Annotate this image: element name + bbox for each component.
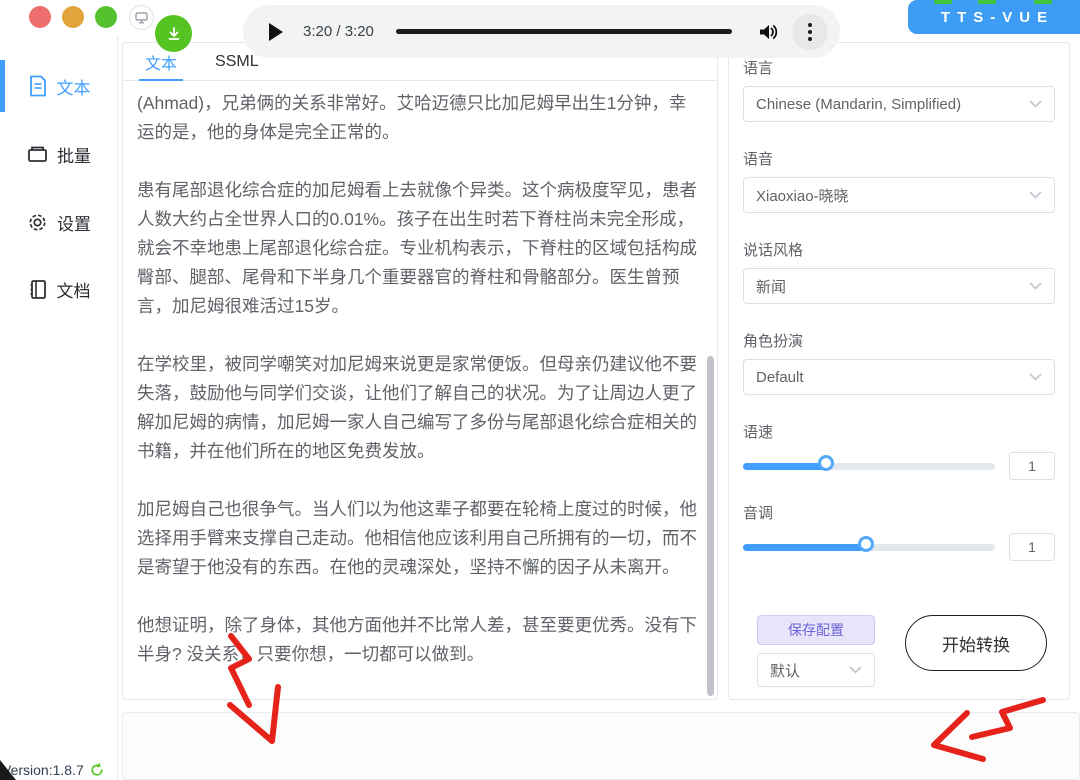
pitch-slider[interactable]: [743, 544, 995, 551]
editor-panel: 文本 SSML (Ahmad)，兄弟俩的关系非常好。艾哈迈德只比加尼姆早出生1分…: [122, 42, 718, 700]
seek-bar-fill: [396, 29, 732, 34]
voice-select[interactable]: Xiaoxiao-晓晓: [743, 177, 1055, 213]
preset-value: 默认: [770, 660, 800, 681]
app-logo: TTS-VUE: [908, 0, 1080, 34]
tts-vue-app: TTS-VUE 文本 批量 设置 文档 Version:1.8.7 文本: [0, 0, 1080, 780]
chevron-down-icon: [1029, 100, 1042, 108]
document-icon: [28, 75, 48, 97]
paragraph: 患有尾部退化综合症的加尼姆看上去就像个异类。这个病极度罕见，患者人数大约占全世界…: [137, 176, 701, 321]
speed-slider-handle[interactable]: [818, 455, 834, 471]
sidebar-item-label: 设置: [57, 210, 91, 235]
logo-decoration: [978, 0, 996, 4]
pitch-value-input[interactable]: [1009, 533, 1055, 561]
kebab-menu-icon[interactable]: [792, 14, 828, 50]
logo-decoration: [1034, 0, 1052, 4]
logo-decoration: [934, 0, 952, 4]
scrollbar-thumb[interactable]: [707, 356, 714, 696]
speed-slider-fill: [743, 463, 829, 470]
settings-panel: 语言 Chinese (Mandarin, Simplified) 语音 Xia…: [728, 42, 1070, 700]
start-convert-button[interactable]: 开始转换: [905, 615, 1047, 671]
download-button[interactable]: [155, 15, 192, 52]
paragraph: 他想证明，除了身体，其他方面他并不比常人差，甚至要更优秀。没有下半身? 没关系，…: [137, 611, 701, 669]
sidebar: 文本 批量 设置 文档 Version:1.8.7: [0, 36, 118, 780]
monitor-icon[interactable]: [129, 5, 154, 30]
notebook-icon: [28, 279, 48, 300]
sidebar-item-label: 文档: [57, 277, 91, 302]
maximize-window-button[interactable]: [95, 6, 117, 28]
sidebar-item-label: 批量: [57, 142, 91, 167]
version-info: Version:1.8.7: [2, 762, 104, 778]
paragraph: 加尼姆自己也很争气。当人们以为他这辈子都要在轮椅上度过的时候，他选择用手臂来支撑…: [137, 495, 701, 582]
close-window-button[interactable]: [29, 6, 51, 28]
sidebar-item-batch[interactable]: 批量: [0, 134, 118, 174]
minimize-window-button[interactable]: [62, 6, 84, 28]
paragraph: (Ahmad)，兄弟俩的关系非常好。艾哈迈德只比加尼姆早出生1分钟，幸运的是，他…: [137, 89, 701, 147]
style-select[interactable]: 新闻: [743, 268, 1055, 304]
sidebar-item-text[interactable]: 文本: [0, 66, 118, 106]
chevron-down-icon: [1029, 373, 1042, 381]
cropped-annotation-mark: [0, 760, 16, 780]
style-value: 新闻: [756, 276, 786, 297]
voice-value: Xiaoxiao-晓晓: [756, 185, 849, 206]
speed-value-input[interactable]: [1009, 452, 1055, 480]
preset-select[interactable]: 默认: [757, 653, 875, 687]
batch-box-icon: [27, 144, 48, 164]
voice-label: 语音: [743, 148, 1055, 169]
app-logo-text: TTS-VUE: [934, 9, 1054, 26]
role-label: 角色扮演: [743, 330, 1055, 351]
sidebar-item-settings[interactable]: 设置: [0, 202, 118, 242]
chevron-down-icon: [1029, 282, 1042, 290]
speed-label: 语速: [743, 421, 1055, 442]
playback-time: 3:20 / 3:20: [303, 23, 374, 40]
chevron-down-icon: [849, 666, 862, 674]
pitch-slider-fill: [743, 544, 869, 551]
role-value: Default: [756, 369, 804, 386]
role-select[interactable]: Default: [743, 359, 1055, 395]
pitch-slider-handle[interactable]: [858, 536, 874, 552]
seek-bar[interactable]: [396, 29, 732, 34]
settings-actions: 保存配置 默认 开始转换: [743, 615, 1055, 687]
text-input-area[interactable]: (Ahmad)，兄弟俩的关系非常好。艾哈迈德只比加尼姆早出生1分钟，幸运的是，他…: [123, 82, 703, 695]
play-icon[interactable]: [269, 23, 283, 41]
gear-icon: [27, 212, 48, 233]
refresh-icon[interactable]: [90, 763, 104, 777]
chevron-down-icon: [1029, 191, 1042, 199]
save-config-button[interactable]: 保存配置: [757, 615, 875, 645]
volume-icon[interactable]: [758, 22, 780, 42]
paragraph: 在学校里，被同学嘲笑对加尼姆来说更是家常便饭。但母亲仍建议他不要失落，鼓励他与同…: [137, 350, 701, 466]
sidebar-item-docs[interactable]: 文档: [0, 269, 118, 309]
speed-slider[interactable]: [743, 463, 995, 470]
audio-player: 3:20 / 3:20: [243, 5, 840, 58]
speed-slider-row: [743, 452, 1055, 480]
pitch-label: 音调: [743, 502, 1055, 523]
pitch-slider-row: [743, 533, 1055, 561]
style-label: 说话风格: [743, 239, 1055, 260]
player-bar: [122, 712, 1080, 780]
download-icon: [166, 26, 182, 42]
language-value: Chinese (Mandarin, Simplified): [756, 96, 961, 113]
language-label: 语言: [743, 57, 1055, 78]
sidebar-item-label: 文本: [57, 74, 91, 99]
language-select[interactable]: Chinese (Mandarin, Simplified): [743, 86, 1055, 122]
